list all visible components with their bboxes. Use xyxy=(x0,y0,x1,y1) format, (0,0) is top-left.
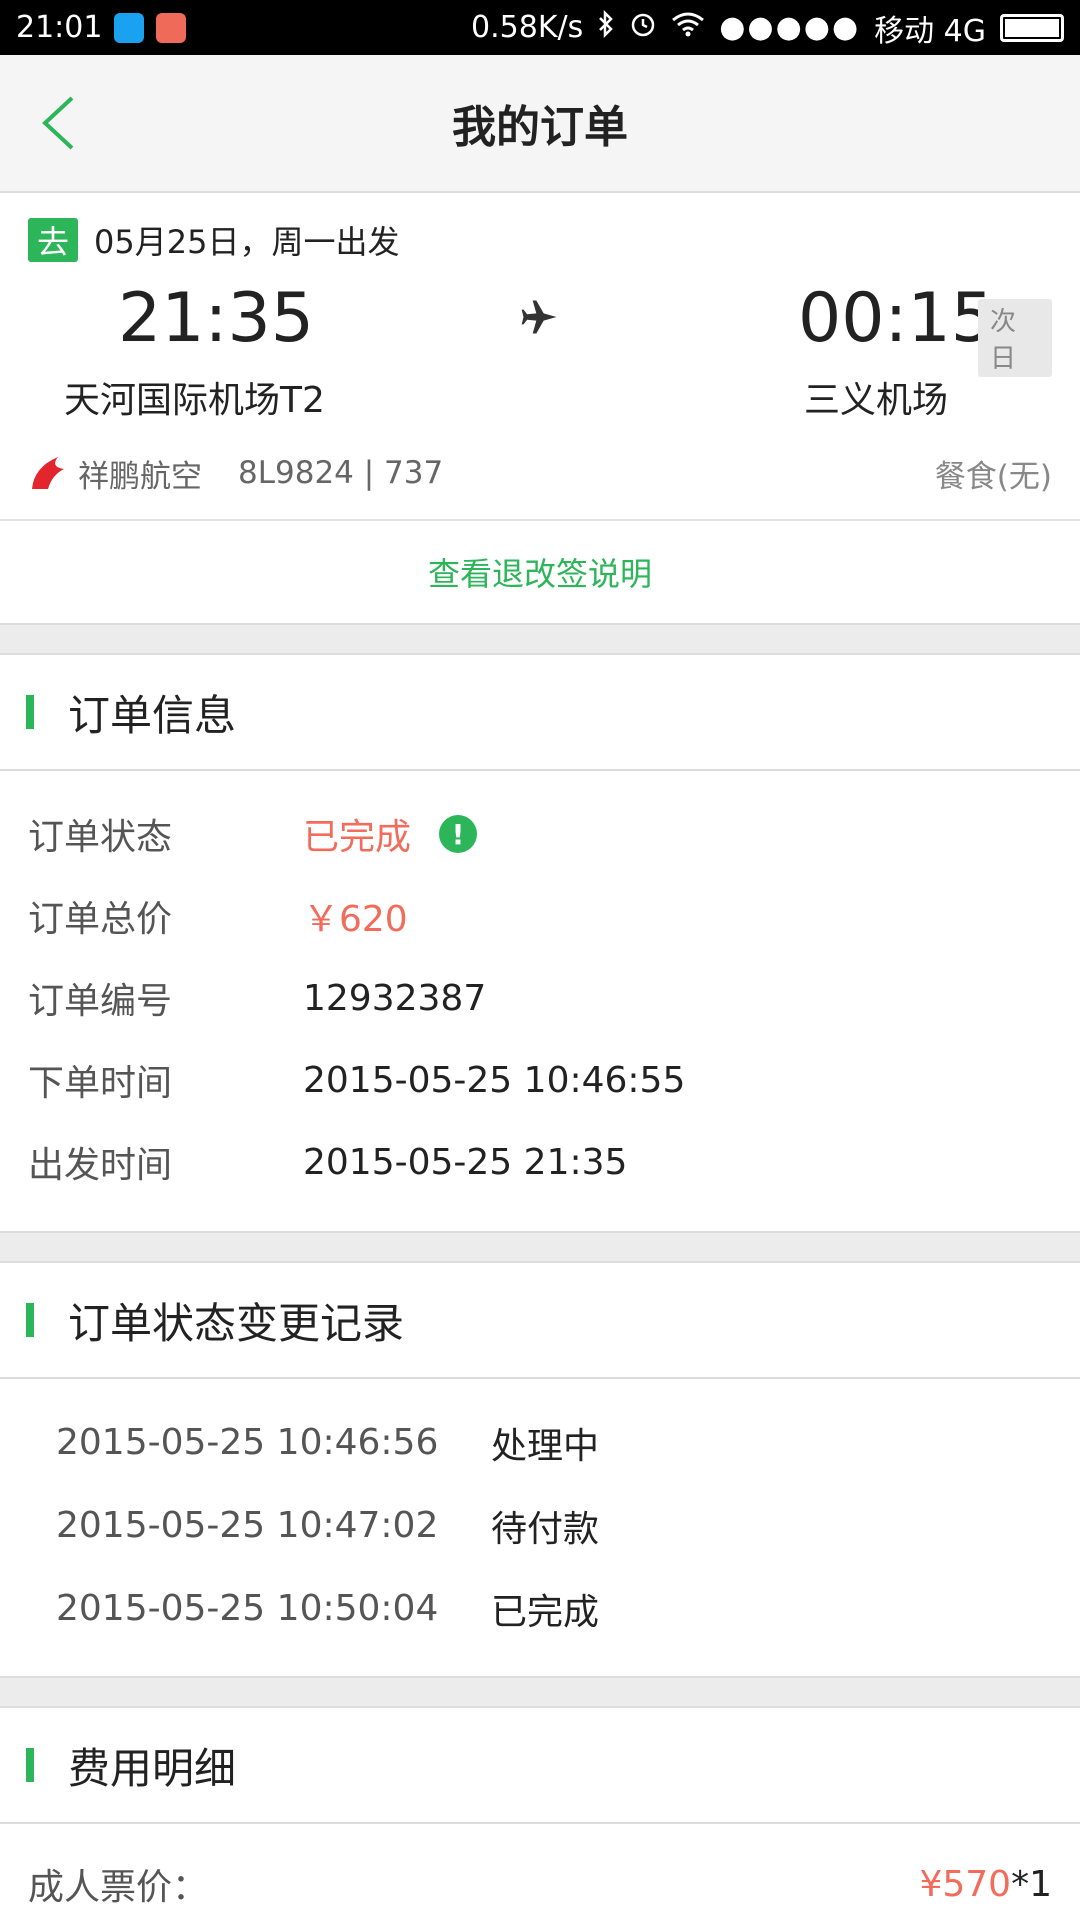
network-speed: 0.58K/s xyxy=(471,10,584,45)
status-bar: 21:01 0.58K/s ●●●●● 移动 4G xyxy=(0,0,1080,55)
status-info-icon[interactable]: ! xyxy=(439,815,478,853)
departure-time-value: 2015-05-25 21:35 xyxy=(303,1141,628,1183)
section-gap xyxy=(0,1233,1080,1263)
section-gap xyxy=(0,625,1080,655)
log-status: 已完成 xyxy=(491,1591,600,1633)
section-title: 费用明细 xyxy=(68,1743,237,1793)
arrival-time: 00:15 xyxy=(798,278,994,358)
status-text: 已完成 xyxy=(303,817,412,858)
bluetooth-icon xyxy=(597,9,615,46)
battery-icon xyxy=(1000,13,1064,42)
status-time: 21:01 xyxy=(16,10,103,45)
flight-number: 8L9824 | 737 xyxy=(238,455,444,491)
fee-detail-section: 费用明细 成人票价： ¥570*1 xyxy=(0,1708,1080,1920)
arrival-airport: 三义机场 xyxy=(804,380,949,421)
info-label: 订单编号 xyxy=(28,981,173,1022)
meal-info: 餐食(无) xyxy=(934,458,1052,495)
order-time-row: 下单时间 2015-05-25 10:46:55 xyxy=(28,1039,1052,1121)
log-time: 2015-05-25 10:47:02 xyxy=(56,1505,439,1546)
order-status-value: 已完成 ! xyxy=(303,808,478,860)
log-row: 2015-05-25 10:47:02 待付款 xyxy=(56,1484,1052,1567)
nav-bar: 我的订单 xyxy=(0,55,1080,193)
fee-quantity: *1 xyxy=(1011,1863,1052,1905)
info-label: 订单状态 xyxy=(28,817,173,858)
section-accent-bar xyxy=(26,1748,34,1782)
alarm-icon xyxy=(629,10,657,46)
status-log-section: 订单状态变更记录 2015-05-25 10:46:56 处理中 2015-05… xyxy=(0,1263,1080,1678)
log-row: 2015-05-25 10:46:56 处理中 xyxy=(56,1401,1052,1484)
departure-date: 05月25日，周一出发 xyxy=(94,223,400,261)
departure-time: 21:35 xyxy=(118,278,314,358)
wifi-icon xyxy=(671,10,705,45)
fee-value: ¥570*1 xyxy=(919,1864,1052,1905)
back-arrow-icon[interactable] xyxy=(28,93,88,153)
order-status-row: 订单状态 已完成 ! xyxy=(28,793,1052,875)
info-label: 出发时间 xyxy=(28,1145,173,1186)
log-row: 2015-05-25 10:50:04 已完成 xyxy=(56,1567,1052,1650)
departure-airport: 天河国际机场T2 xyxy=(64,380,325,421)
order-total-value: ￥620 xyxy=(303,899,408,940)
page-title: 我的订单 xyxy=(452,102,628,153)
refund-policy-link[interactable]: 查看退改签说明 xyxy=(0,521,1080,625)
section-accent-bar xyxy=(26,695,34,729)
order-total-row: 订单总价 ￥620 xyxy=(28,875,1052,957)
app-notification-icon xyxy=(114,12,145,43)
departure-time-row: 出发时间 2015-05-25 21:35 xyxy=(28,1121,1052,1203)
adult-fare-row: 成人票价： ¥570*1 xyxy=(0,1824,1080,1920)
message-notification-icon xyxy=(156,12,187,43)
log-time: 2015-05-25 10:50:04 xyxy=(56,1588,439,1629)
app-root: 21:01 0.58K/s ●●●●● 移动 4G 我的订单 去 05月25日，… xyxy=(0,0,1080,1920)
section-title: 订单信息 xyxy=(68,690,237,740)
section-accent-bar xyxy=(26,1303,34,1337)
section-gap xyxy=(0,1678,1080,1708)
info-label: 下单时间 xyxy=(28,1063,173,1104)
next-day-badge: 次日 xyxy=(978,299,1052,377)
flight-card: 去 05月25日，周一出发 21:35 00:15 次日 天河国际机场T2 三义… xyxy=(0,193,1080,521)
direction-badge: 去 xyxy=(28,218,78,262)
section-title: 订单状态变更记录 xyxy=(68,1298,405,1348)
airplane-icon xyxy=(518,295,562,343)
fee-label: 成人票价： xyxy=(28,1867,209,1908)
order-number-value: 12932387 xyxy=(303,977,487,1019)
log-status: 待付款 xyxy=(491,1508,600,1550)
info-label: 订单总价 xyxy=(28,899,173,940)
airline-logo-icon xyxy=(28,453,68,493)
order-number-row: 订单编号 12932387 xyxy=(28,957,1052,1039)
log-time: 2015-05-25 10:46:56 xyxy=(56,1422,439,1463)
log-status: 处理中 xyxy=(491,1425,600,1467)
order-time-value: 2015-05-25 10:46:55 xyxy=(303,1059,686,1101)
fee-price: ¥570 xyxy=(919,1863,1012,1905)
airline-name: 祥鹏航空 xyxy=(78,458,202,495)
signal-strength: ●●●●● xyxy=(719,10,861,45)
carrier-label: 移动 4G xyxy=(874,13,986,49)
order-info-section: 订单信息 订单状态 已完成 ! 订单总价 ￥620 订单编号 12932387 … xyxy=(0,655,1080,1233)
